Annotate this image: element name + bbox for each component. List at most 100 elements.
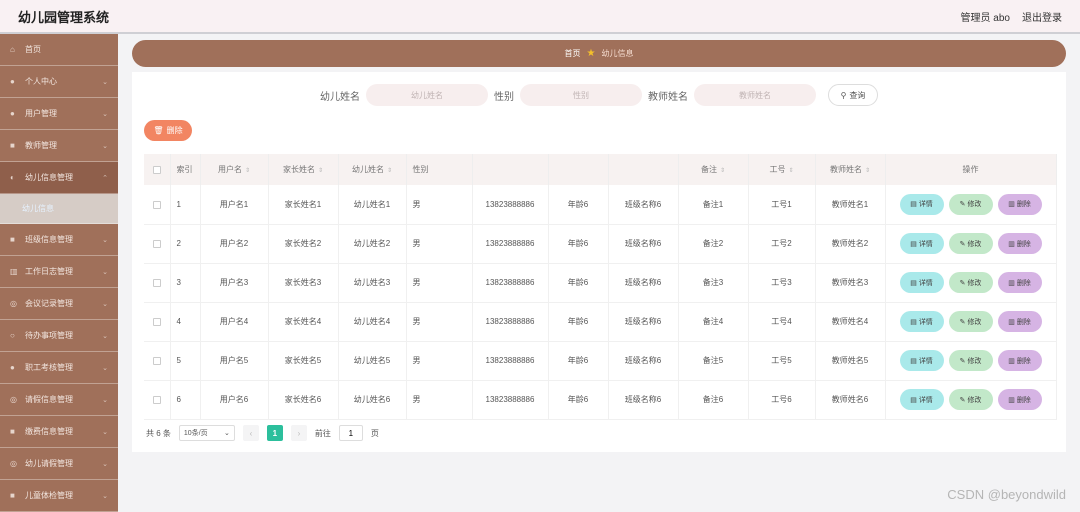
row-checkbox[interactable] [152,317,161,326]
cell-phone: 13823888886 [472,302,549,342]
edit-button[interactable]: ✎ 修改 [948,311,993,332]
sort-icon[interactable]: ⇕ [788,168,793,174]
page-size-select[interactable]: 10条/页 ⌄ [178,425,235,441]
edit-button[interactable]: ✎ 修改 [948,193,993,215]
child-name-input[interactable] [366,84,488,106]
sidebar-subitem[interactable]: 幼儿信息 [0,194,118,224]
goto-page-input[interactable] [338,425,363,441]
sort-icon[interactable]: ⇕ [720,168,725,174]
sort-icon[interactable]: ⇕ [245,168,250,174]
trash-icon: ▥ [1008,396,1015,404]
detail-button[interactable]: ▤ 详情 [899,350,944,371]
log-icon: ▥ [10,267,18,276]
cell-class: 班级名称6 [608,380,679,420]
detail-button[interactable]: ▤ 详情 [899,233,944,254]
sidebar-item[interactable]: ■ 儿童体检管理 ⌄ [0,480,118,512]
document-icon: ▤ [910,240,917,248]
row-select-cell[interactable] [144,302,171,342]
sidebar-item[interactable]: ◐ 幼儿信息管理 ⌃ [0,162,118,194]
delete-button[interactable]: ▥ 删除 [997,233,1042,254]
detail-button[interactable]: ▤ 详情 [899,272,944,293]
delete-button[interactable]: ▥ 删除 [997,389,1042,410]
sidebar-item[interactable]: ● 用户管理 ⌄ [0,98,118,130]
todo-icon: ○ [10,331,15,340]
sidebar-item[interactable]: ■ 教师管理 ⌄ [0,130,118,162]
breadcrumb-home[interactable]: 首页 [565,48,581,59]
edit-label: 修改 [967,318,982,326]
select-all-checkbox[interactable] [152,165,161,174]
delete-button[interactable]: ▥ 删除 [997,311,1042,332]
sort-icon[interactable]: ⇕ [865,168,870,174]
delete-button[interactable]: ▥ 删除 [997,193,1042,215]
detail-button[interactable]: ▤ 详情 [899,311,944,332]
trash-icon: ▥ [1008,240,1015,248]
col-age [548,154,609,185]
staff-icon: ● [10,363,15,372]
col-remark[interactable]: 备注 ⇕ [678,154,749,185]
edit-button[interactable]: ✎ 修改 [948,233,993,254]
edit-button[interactable]: ✎ 修改 [948,350,993,371]
edit-label: 修改 [967,279,982,287]
col-parent[interactable]: 家长姓名 ⇕ [268,154,339,185]
gender-input[interactable] [520,84,642,106]
sidebar-item[interactable]: ⌂ 首页 [0,34,118,66]
row-select-cell[interactable] [144,263,171,303]
sidebar-item[interactable]: ◎ 幼儿请假管理 ⌄ [0,448,118,480]
next-page-button[interactable]: › [290,425,307,441]
col-child[interactable]: 幼儿姓名 ⇕ [338,154,407,185]
chevron-down-icon: ⌄ [102,300,108,308]
sidebar-item-label: 用户管理 [25,109,57,118]
sidebar-item[interactable]: ◎ 请假信息管理 ⌄ [0,384,118,416]
select-all-cell[interactable] [144,154,171,185]
sidebar-item[interactable]: ■ 班级信息管理 ⌄ [0,224,118,256]
row-checkbox[interactable] [152,278,161,287]
sidebar-item[interactable]: ◎ 会议记录管理 ⌄ [0,288,118,320]
detail-button[interactable]: ▤ 详情 [899,193,944,215]
delete-button[interactable]: ▥ 删除 [997,350,1042,371]
delete-label: 删除 [1016,201,1031,209]
sidebar-item[interactable]: ■ 缴费信息管理 ⌄ [0,416,118,448]
row-select-cell[interactable] [144,224,171,264]
admin-user-label[interactable]: 管理员 abo [961,9,1010,24]
teacher-icon: ■ [10,141,15,150]
row-checkbox[interactable] [152,200,161,209]
query-button[interactable]: ⚲ 查询 [828,84,878,106]
delete-button[interactable]: ▥ 删除 [997,272,1042,293]
edit-button[interactable]: ✎ 修改 [948,389,993,410]
detail-button[interactable]: ▤ 详情 [899,389,944,410]
page-number-1[interactable]: 1 [266,425,283,441]
sidebar-item[interactable]: ○ 待办事项管理 ⌄ [0,320,118,352]
col-remark-label: 备注 [700,165,717,174]
search-bar: 幼儿姓名 性别 教师姓名 ⚲ 查询 [132,84,1066,106]
col-gender: 性别 [406,154,473,185]
col-jobno[interactable]: 工号 ⇕ [748,154,816,185]
cell-teacher: 教师姓名6 [815,380,886,420]
sort-icon[interactable]: ⇕ [318,168,323,174]
sidebar-item-label: 幼儿请假管理 [25,459,73,468]
cell-remark: 备注1 [678,185,749,225]
teacher-name-input[interactable] [694,84,816,106]
cell-index: 2 [170,224,201,264]
cell-phone: 13823888886 [472,380,549,420]
prev-page-button[interactable]: ‹ [242,425,259,441]
delete-label: 删除 [1016,240,1031,248]
sidebar-item[interactable]: ▥ 工作日志管理 ⌄ [0,256,118,288]
sort-icon[interactable]: ⇕ [387,168,392,174]
row-select-cell[interactable] [144,380,171,420]
cell-ops: ▤ 详情 ✎ 修改 ▥ 删除 [885,263,1057,303]
row-select-cell[interactable] [144,185,171,225]
row-checkbox[interactable] [152,395,161,404]
sidebar-item[interactable]: ● 个人中心 ⌄ [0,66,118,98]
row-checkbox[interactable] [152,239,161,248]
col-teacher[interactable]: 教师姓名 ⇕ [815,154,886,185]
users-icon: ● [10,109,15,118]
row-select-cell[interactable] [144,341,171,381]
logout-link[interactable]: 退出登录 [1022,9,1062,24]
row-checkbox[interactable] [152,356,161,365]
col-username[interactable]: 用户名 ⇕ [200,154,269,185]
sidebar-item[interactable]: ● 职工考核管理 ⌄ [0,352,118,384]
chevron-down-icon: ⌄ [102,268,108,276]
batch-delete-button[interactable]: 🗑 删除 [144,120,192,141]
table-row: 5 用户名5 家长姓名5 幼儿姓名5 男 13823888886 年龄6 班级名称6 备注5 工号… [144,341,1057,381]
edit-button[interactable]: ✎ 修改 [948,272,993,293]
